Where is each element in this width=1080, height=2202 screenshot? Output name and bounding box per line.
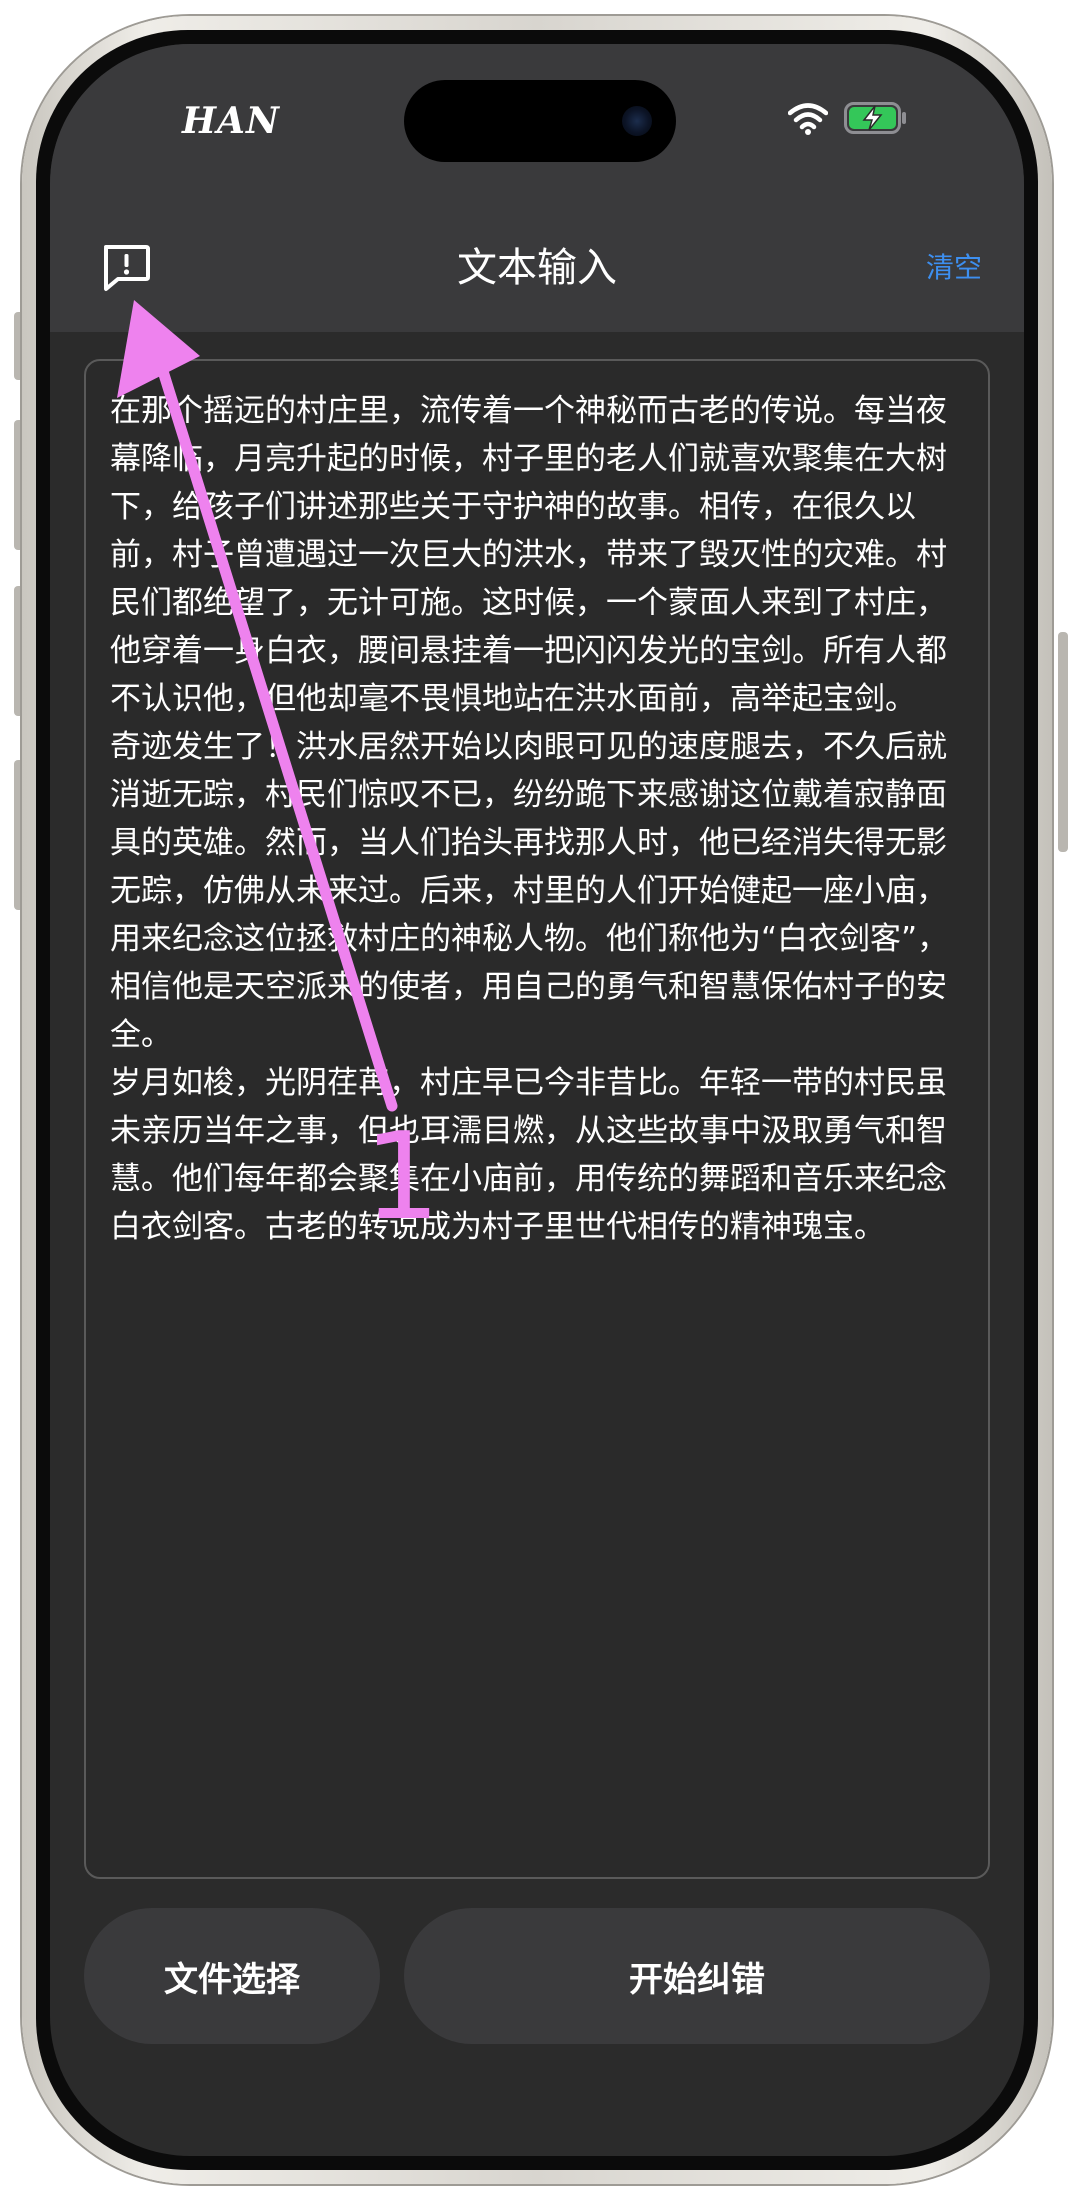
phone-screen: HAN 文本输入 清空 在那个摇远的村庄里，流传着一个神秘而古老的传说。每当夜幕…: [50, 44, 1024, 2156]
file-select-button[interactable]: 文件选择: [84, 1908, 380, 2044]
battery-charging-icon: [844, 102, 906, 134]
clear-button[interactable]: 清空: [926, 246, 982, 290]
front-camera: [622, 106, 652, 136]
text-input-area[interactable]: 在那个摇远的村庄里，流传着一个神秘而古老的传说。每当夜幕降临，月亮升起的时候，村…: [84, 359, 990, 1879]
start-correction-button[interactable]: 开始纠错: [404, 1908, 990, 2044]
page-title: 文本输入: [457, 245, 617, 291]
carrier-label: HAN: [182, 100, 280, 142]
wifi-icon: [788, 103, 828, 135]
dynamic-island: [404, 80, 676, 162]
power-button: [1058, 632, 1068, 852]
